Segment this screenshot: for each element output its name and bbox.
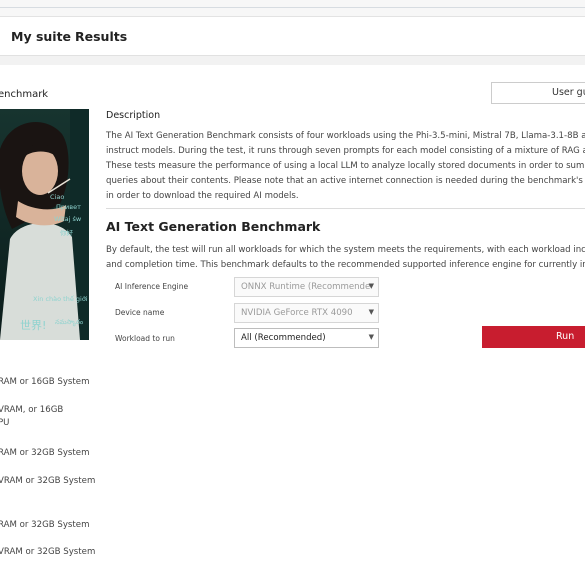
description-heading: Description [106,110,161,121]
hero-word: Привет [56,203,81,211]
description-line: queries about their contents. Please not… [106,176,585,186]
engine-value: ONNX Runtime (Recommende [241,282,371,292]
tab-my-suite[interactable]: My suite [11,29,71,44]
intro-line: By default, the test will run all worklo… [106,245,585,255]
ai-benchmark-intro: By default, the test will run all worklo… [106,243,585,273]
workload-value: All (Recommended) [241,333,326,343]
description-line: The AI Text Generation Benchmark consist… [106,131,585,141]
description-line: instruct models. During the test, it run… [106,146,585,156]
run-button[interactable]: Run [482,326,585,348]
requirement-item: PU [0,418,10,428]
benchmark-hero-image: Ciao Привет Witaj św 你好 Xin chào thế giớ… [0,109,89,340]
hero-illustration [0,109,89,340]
hero-word: Witaj św [54,215,82,223]
top-strip [0,0,585,17]
hero-word: Ciao [50,193,65,201]
top-strip-line [0,7,585,8]
benchmark-panel: enchmark Ciao Привет Witaj św 你好 Xin chà… [0,65,585,585]
caret-down-icon: ▼ [368,282,374,290]
description-text: The AI Text Generation Benchmark consist… [106,129,585,204]
hero-word: Xin chào thế giới [33,295,88,303]
caret-down-icon: ▼ [368,333,374,341]
description-line: in order to download the required AI mod… [106,191,299,201]
requirement-item: RAM or 16GB System [0,377,90,387]
section-divider [106,208,585,209]
ai-benchmark-title: AI Text Generation Benchmark [106,219,321,234]
requirement-item: RAM or 32GB System [0,520,90,530]
engine-select[interactable]: ONNX Runtime (Recommende ▼ [234,277,379,297]
user-guide-button[interactable]: User gui [491,82,585,104]
device-value: NVIDIA GeForce RTX 4090 [241,308,353,318]
requirement-item: VRAM, or 16GB [0,405,64,415]
requirement-item: VRAM or 32GB System [0,476,96,486]
requirement-item: VRAM or 32GB System [0,547,96,557]
caret-down-icon: ▼ [368,308,374,316]
hero-word: నమస్కారం [55,318,84,326]
requirement-item: RAM or 32GB System [0,448,90,458]
benchmark-title: enchmark [0,89,49,100]
top-nav: My suite Results [0,17,585,56]
engine-label: AI Inference Engine [115,282,189,291]
workload-select[interactable]: All (Recommended) ▼ [234,328,379,348]
device-select[interactable]: NVIDIA GeForce RTX 4090 ▼ [234,303,379,323]
workload-label: Workload to run [115,334,175,343]
tab-results[interactable]: Results [75,29,127,44]
hero-word: 世界! [20,319,47,332]
hero-word: 你好 [60,229,73,237]
intro-line: and completion time. This benchmark defa… [106,260,585,270]
description-line: These tests measure the performance of u… [106,161,585,171]
device-label: Device name [115,308,165,317]
